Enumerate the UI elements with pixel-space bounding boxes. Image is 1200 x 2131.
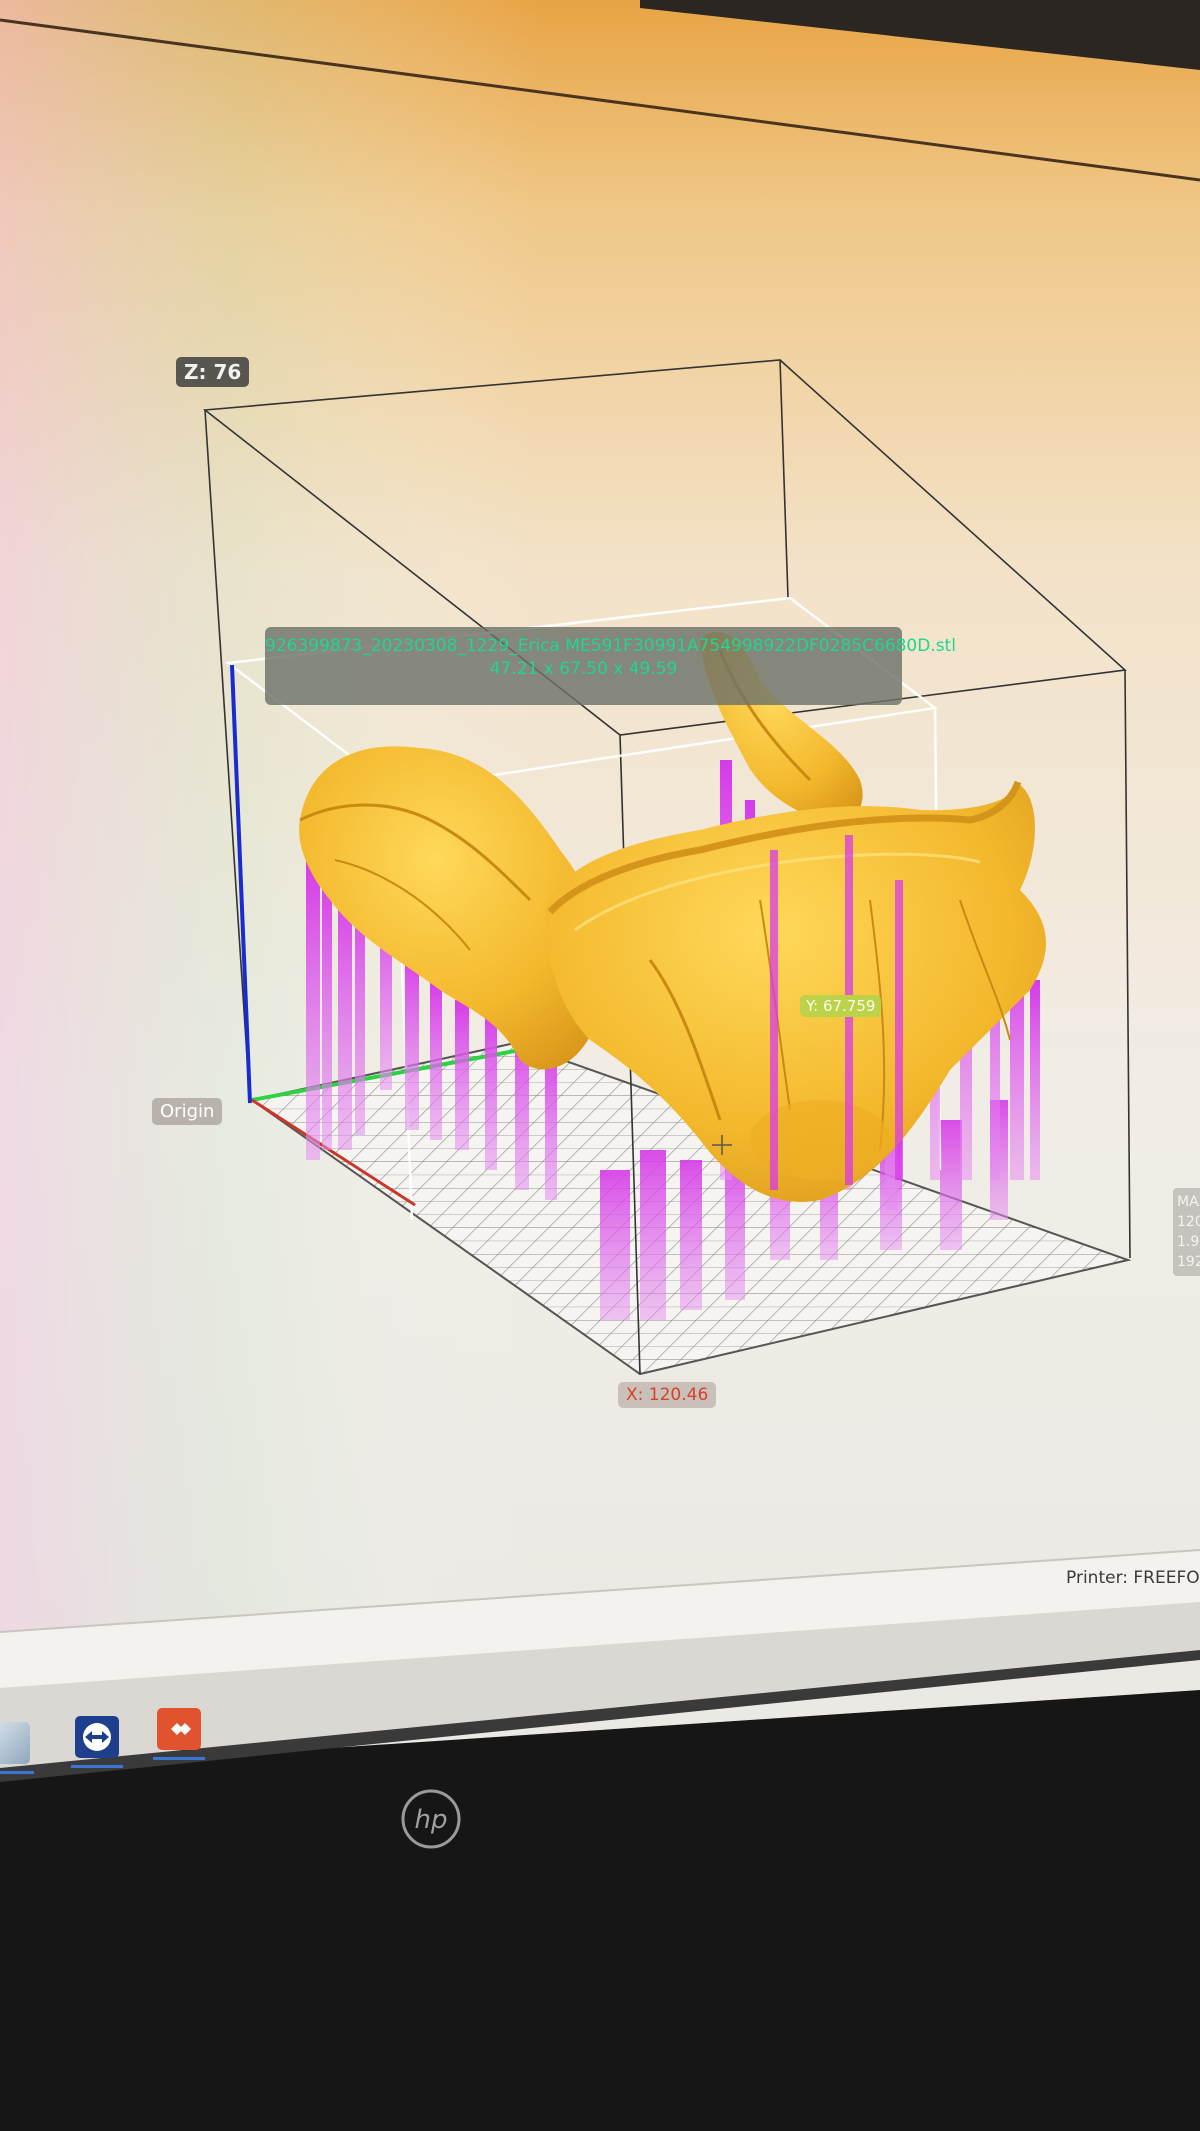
origin-label: Origin xyxy=(152,1098,223,1125)
model-info-tag[interactable]: 926399873_20230308_1229_Erica ME591F3099… xyxy=(265,627,956,705)
anydesk-glyph xyxy=(171,1723,191,1735)
max-info-line: 1.9 xyxy=(1177,1234,1200,1250)
max-info-line: MAX xyxy=(1177,1194,1200,1210)
anydesk-icon[interactable] xyxy=(153,1708,205,1760)
z-axis-label: Z: 76 xyxy=(176,357,250,387)
teamviewer-icon[interactable] xyxy=(71,1716,123,1768)
max-info-panel: MAX 120 1.9 192 xyxy=(1173,1188,1200,1276)
taskbar-active-underline xyxy=(71,1765,123,1768)
viewport-photo xyxy=(0,0,1200,2131)
x-axis-label: X: 120.46 xyxy=(618,1382,717,1408)
model-filename: 926399873_20230308_1229_Erica ME591F3099… xyxy=(265,636,956,656)
max-info-line: 192 xyxy=(1177,1254,1200,1270)
taskbar-active-underline xyxy=(0,1771,34,1774)
teamviewer-glyph xyxy=(83,1723,111,1751)
file-explorer-icon[interactable] xyxy=(0,1722,34,1774)
taskbar-active-underline xyxy=(153,1757,205,1760)
printer-status: Printer: FREEFORM- xyxy=(1066,1568,1200,1588)
y-axis-label: Y: 67.759 xyxy=(800,995,882,1017)
model-dimensions: 47.21 x 67.50 x 49.59 xyxy=(489,659,678,679)
max-info-line: 120 xyxy=(1177,1214,1200,1230)
svg-text:hp: hp xyxy=(415,1805,448,1835)
hp-logo-icon: hp xyxy=(415,1805,448,1835)
